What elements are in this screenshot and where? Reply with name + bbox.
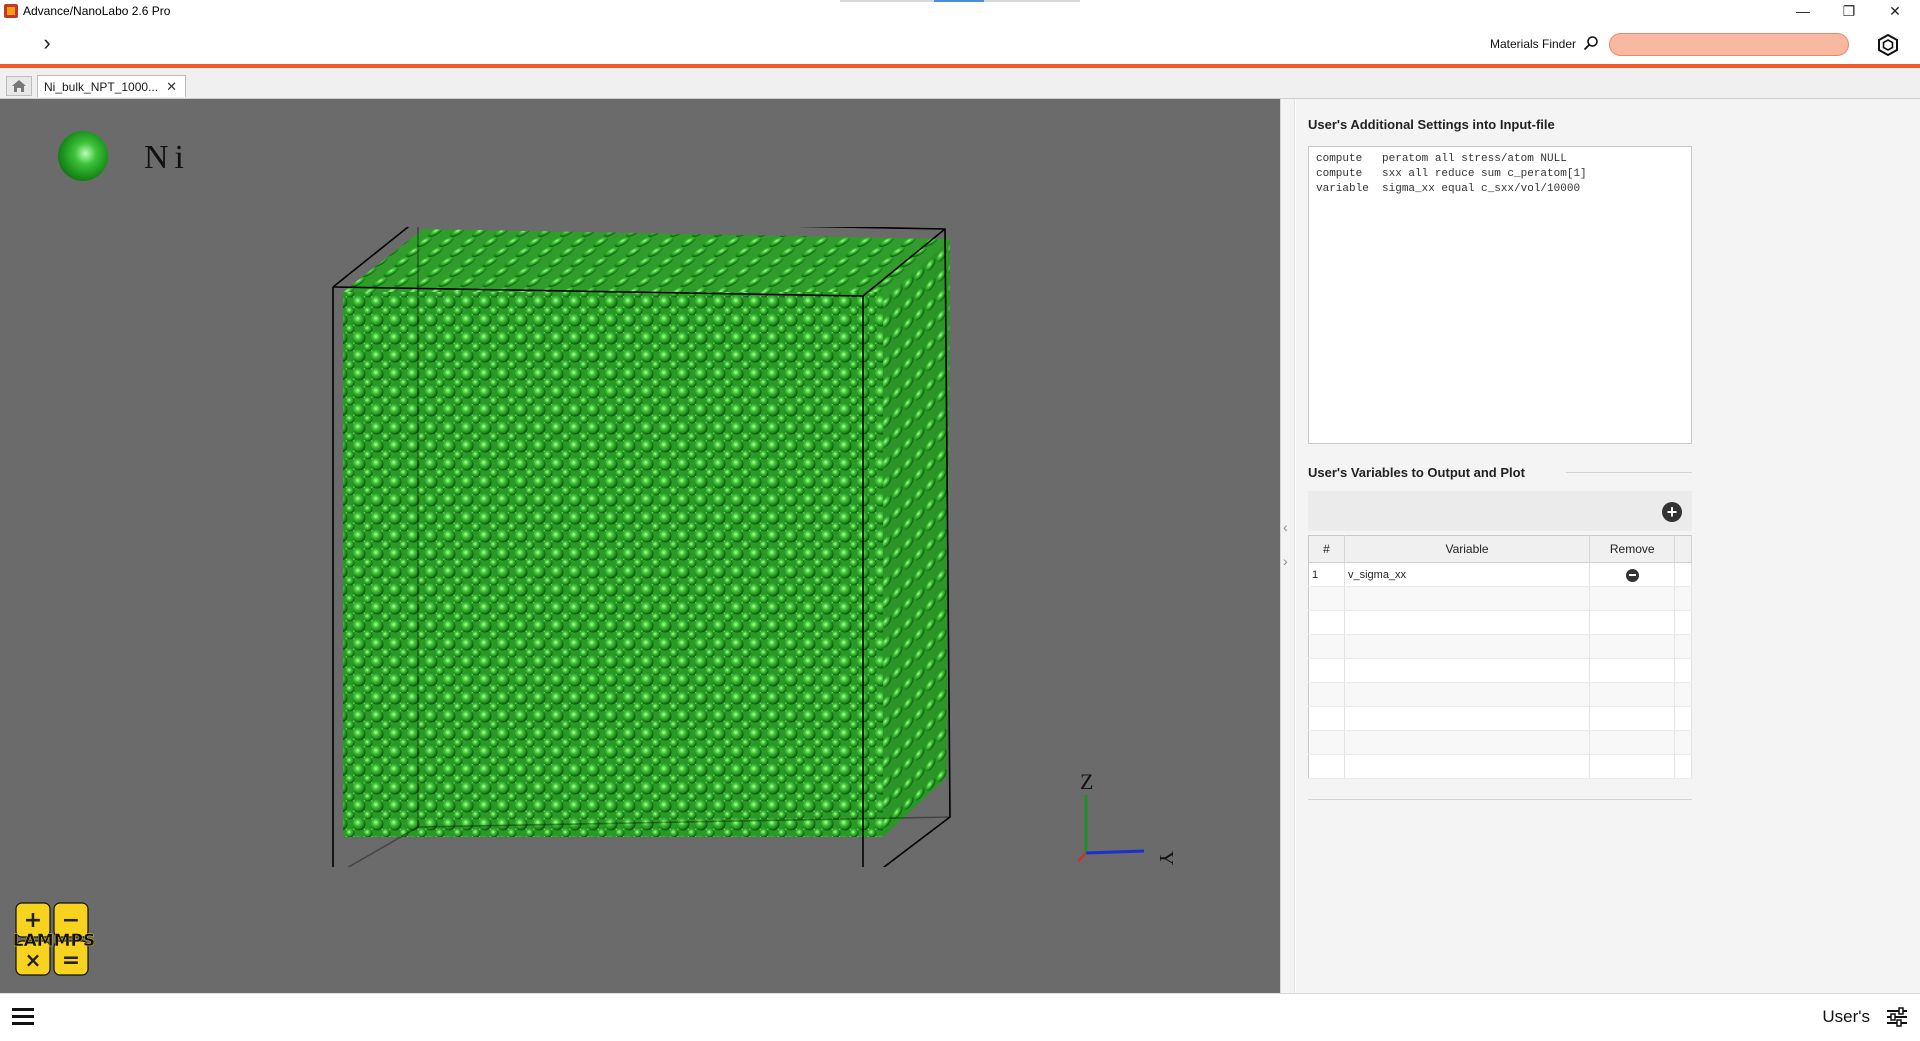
tab-label: Ni_bulk_NPT_1000...: [44, 79, 159, 94]
hamburger-menu-icon[interactable]: [12, 1008, 34, 1026]
row-variable[interactable]: v_sigma_xx: [1344, 562, 1591, 587]
minimize-icon: —: [1796, 3, 1810, 19]
add-variable-button[interactable]: +: [1662, 502, 1682, 522]
svg-text:×: ×: [25, 948, 42, 972]
atom-legend-label: Ni: [144, 139, 190, 176]
table-row-empty: [1308, 754, 1692, 779]
title-accent-segment: [984, 0, 1080, 2]
table-row-empty: [1308, 730, 1692, 755]
minimize-button[interactable]: —: [1780, 0, 1826, 22]
column-header-index[interactable]: #: [1308, 535, 1345, 563]
expand-sidebar-button[interactable]: ›: [36, 30, 58, 55]
sliders-icon[interactable]: [1886, 1007, 1908, 1027]
crystal-front-face: [343, 292, 883, 837]
table-row-empty: [1308, 610, 1692, 635]
row-index: 1: [1308, 562, 1345, 587]
x-axis-line: [1077, 852, 1087, 862]
user-variables-title: User's Variables to Output and Plot: [1308, 465, 1525, 480]
plus-icon: +: [1666, 502, 1678, 522]
lammps-logo-text: LAMMPS: [13, 931, 96, 951]
home-icon: [12, 80, 26, 92]
title-accent-segment-active: [934, 0, 984, 2]
title-bar: Advance/NanoLabo 2.6 Pro — ❐ ✕: [0, 0, 1920, 22]
svg-text:+: +: [24, 908, 42, 933]
y-axis-label: Y: [1155, 851, 1177, 865]
tab-close-icon[interactable]: ✕: [166, 79, 177, 95]
table-row-empty: [1308, 658, 1692, 683]
close-icon: ✕: [1889, 2, 1901, 19]
axis-triad: Z Y: [1077, 769, 1177, 865]
column-header-variable[interactable]: Variable: [1344, 535, 1591, 563]
variables-toolbar: +: [1308, 491, 1692, 531]
structure-viewer[interactable]: Ni Z Y + − × = LAMMPS: [0, 99, 1280, 993]
table-row-empty: [1308, 634, 1692, 659]
search-icon[interactable]: [1583, 35, 1599, 51]
atom-legend-sphere: [58, 131, 108, 181]
close-window-button[interactable]: ✕: [1872, 0, 1918, 22]
z-axis-label: Z: [1080, 769, 1093, 794]
restore-icon: ❐: [1842, 2, 1856, 19]
materials-finder-search-input[interactable]: [1609, 33, 1849, 56]
crystal-structure[interactable]: [320, 227, 960, 867]
chevron-right-icon[interactable]: ›: [1283, 553, 1288, 569]
chevron-right-icon: ›: [43, 30, 51, 55]
table-row-empty: [1308, 682, 1692, 707]
settings-line: compute peratom all stress/atom NULL: [1316, 153, 1567, 165]
y-axis-line: [1085, 849, 1145, 855]
table-row-empty: [1308, 706, 1692, 731]
chevron-left-icon[interactable]: ‹: [1283, 519, 1288, 535]
restore-button[interactable]: ❐: [1826, 0, 1872, 22]
additional-settings-title: User's Additional Settings into Input-fi…: [1308, 117, 1555, 132]
title-accent-segment: [840, 0, 934, 2]
lammps-logo: + − × = LAMMPS: [13, 902, 96, 976]
additional-settings-editor[interactable]: compute peratom all stress/atom NULL com…: [1308, 146, 1692, 444]
window-title: Advance/NanoLabo 2.6 Pro: [23, 4, 171, 18]
settings-panel: User's Additional Settings into Input-fi…: [1296, 99, 1920, 993]
bottom-bar: User's: [0, 993, 1920, 1041]
materials-finder-label: Materials Finder: [1490, 37, 1577, 51]
tab-bar: Ni_bulk_NPT_1000... ✕: [0, 68, 1920, 99]
remove-variable-button[interactable]: [1625, 568, 1639, 582]
crystal-side-face: [883, 239, 950, 837]
app-logo-icon: [4, 4, 18, 18]
svg-text:−: −: [62, 908, 80, 933]
hexagon-icon[interactable]: [1876, 33, 1900, 57]
panel-splitter[interactable]: ‹ ›: [1280, 99, 1295, 993]
variables-table: # Variable Remove 1 v_sigma_xx: [1308, 535, 1692, 779]
settings-line: compute sxx all reduce sum c_peratom[1]: [1316, 168, 1587, 180]
svg-text:=: =: [62, 948, 80, 973]
home-tab[interactable]: [6, 76, 32, 96]
table-row-empty: [1308, 586, 1692, 611]
tab-ni-bulk-npt[interactable]: Ni_bulk_NPT_1000... ✕: [37, 75, 186, 97]
column-header-remove[interactable]: Remove: [1589, 535, 1676, 563]
table-row[interactable]: 1 v_sigma_xx: [1308, 562, 1692, 587]
users-settings-label[interactable]: User's: [1822, 1007, 1870, 1027]
settings-line: variable sigma_xx equal c_sxx/vol/10000: [1316, 183, 1581, 195]
